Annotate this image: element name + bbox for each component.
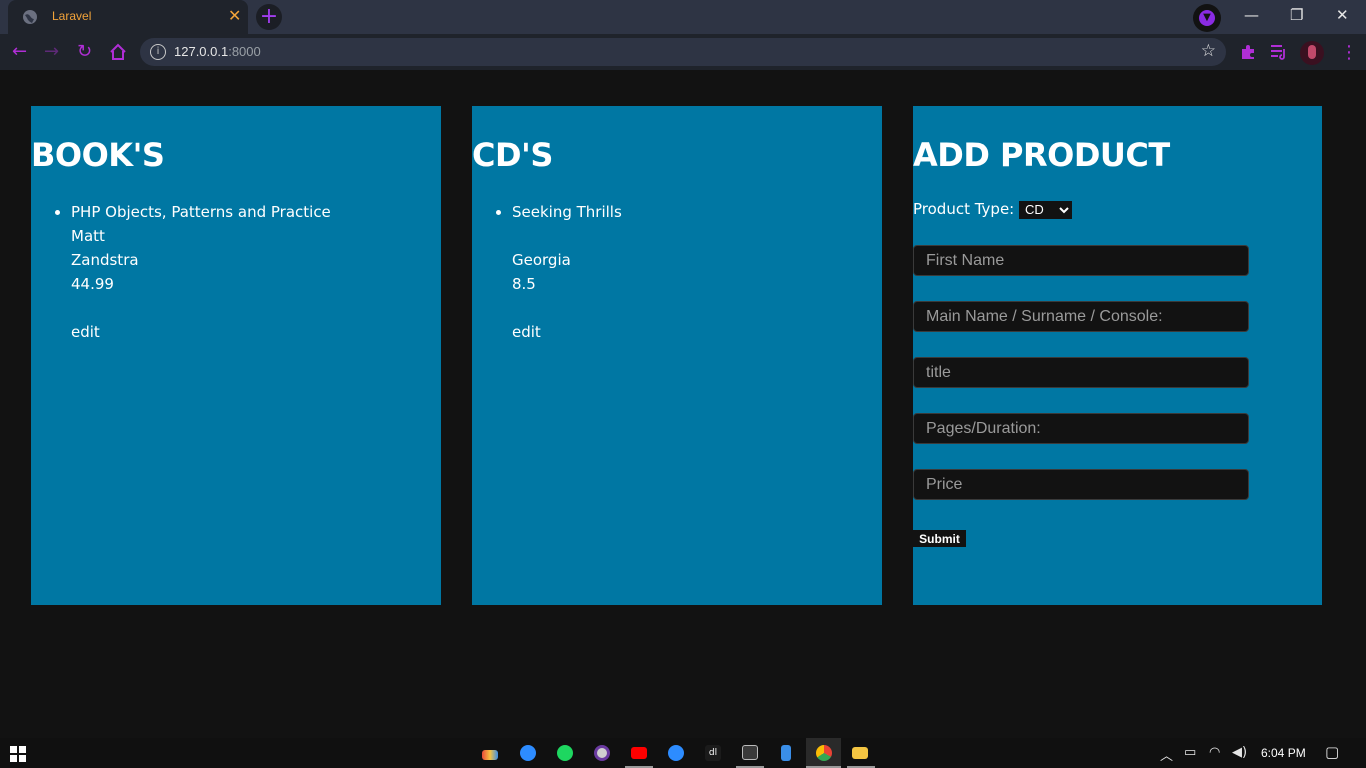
first-name-field[interactable] (913, 245, 1249, 276)
forward-icon[interactable]: → (44, 42, 59, 62)
zoom-icon[interactable] (520, 745, 536, 761)
windows-start-icon[interactable] (10, 746, 26, 762)
home-icon[interactable] (109, 43, 127, 61)
notification-icon[interactable]: ▢ (1325, 743, 1339, 761)
dl-app-icon[interactable]: dl (705, 745, 721, 761)
main-name-field[interactable] (913, 301, 1249, 332)
url-host: 127.0.0.1 (174, 44, 229, 59)
cd-price: 8.5 (512, 275, 536, 293)
tab-title: Laravel (52, 9, 92, 23)
add-product-heading: ADD PRODUCT (913, 136, 1170, 174)
back-icon[interactable]: ← (12, 42, 27, 62)
cds-list: Seeking Thrills Georgia 8.5 edit (472, 200, 622, 344)
profile-avatar[interactable] (1300, 41, 1324, 65)
product-type-select[interactable]: CD (1019, 200, 1073, 219)
edit-link[interactable]: edit (71, 320, 331, 344)
close-window-icon[interactable]: ✕ (1336, 6, 1349, 24)
product-type-row: Product Type: CD (913, 200, 1073, 219)
chrome-icon[interactable] (816, 745, 832, 761)
restore-icon[interactable]: ❐ (1290, 6, 1303, 24)
cd-title: Seeking Thrills (512, 203, 622, 221)
file-explorer-icon[interactable] (852, 747, 868, 759)
product-type-label: Product Type: (913, 200, 1015, 218)
deezer-icon[interactable] (482, 750, 498, 760)
cds-heading: CD'S (472, 136, 553, 174)
book-title: PHP Objects, Patterns and Practice (71, 203, 331, 221)
list-item: Seeking Thrills Georgia 8.5 edit (512, 200, 622, 344)
submit-button[interactable]: Submit (913, 530, 966, 547)
terminal-icon[interactable] (742, 745, 758, 760)
book-main-name: Zandstra (71, 251, 139, 269)
youtube-icon[interactable] (631, 747, 647, 759)
spotify-icon[interactable] (557, 745, 573, 761)
info-icon[interactable]: i (150, 44, 166, 60)
cd-first-name (512, 224, 622, 248)
cd-main-name: Georgia (512, 251, 571, 269)
bookmark-star-icon[interactable]: ☆ (1201, 41, 1216, 61)
price-field[interactable] (913, 469, 1249, 500)
windows-taskbar: dl ︿ ▭ ◠ ◀) 6:04 PM ▢ (0, 738, 1366, 768)
pages-duration-field[interactable] (913, 413, 1249, 444)
extensions-puzzle-icon[interactable] (1239, 43, 1257, 61)
url-port: :8000 (228, 44, 261, 59)
edit-link[interactable]: edit (512, 320, 622, 344)
books-panel: BOOK'S PHP Objects, Patterns and Practic… (31, 106, 441, 605)
address-bar[interactable]: i 127.0.0.1:8000 ☆ (140, 38, 1226, 66)
title-field[interactable] (913, 357, 1249, 388)
books-list: PHP Objects, Patterns and Practice Matt … (31, 200, 331, 344)
chevron-down-icon: ▼ (1199, 10, 1215, 26)
reload-icon[interactable]: ↻ (77, 42, 92, 62)
globe-icon (23, 10, 37, 24)
chevron-up-icon[interactable]: ︿ (1160, 745, 1173, 764)
add-product-panel: ADD PRODUCT Product Type: CD Submit (913, 106, 1322, 605)
new-tab-button[interactable]: + (256, 4, 282, 30)
notepad-icon[interactable] (781, 745, 791, 761)
books-heading: BOOK'S (31, 136, 165, 174)
taskbar-clock[interactable]: 6:04 PM (1261, 746, 1306, 760)
book-price: 44.99 (71, 275, 114, 293)
browser-tab-bar: Laravel ✕ + ▼ — ❐ ✕ (0, 0, 1366, 34)
volume-icon[interactable]: ◀) (1232, 745, 1247, 760)
messenger-icon[interactable] (668, 745, 684, 761)
more-options-icon[interactable]: ⋮ (1340, 42, 1358, 63)
book-first-name: Matt (71, 227, 105, 245)
media-queue-icon[interactable] (1270, 44, 1288, 60)
browser-tab[interactable]: Laravel ✕ (8, 0, 248, 34)
list-item: PHP Objects, Patterns and Practice Matt … (71, 200, 331, 344)
minimize-icon[interactable]: — (1244, 6, 1259, 24)
profile-menu-button[interactable]: ▼ (1193, 4, 1221, 32)
wifi-icon[interactable]: ◠ (1209, 745, 1220, 760)
battery-icon[interactable]: ▭ (1184, 745, 1196, 760)
cds-panel: CD'S Seeking Thrills Georgia 8.5 edit (472, 106, 882, 605)
music-player-icon[interactable] (594, 745, 610, 761)
browser-toolbar: ← → ↻ i 127.0.0.1:8000 ☆ (0, 34, 1366, 70)
close-tab-icon[interactable]: ✕ (228, 7, 241, 25)
url-text[interactable]: 127.0.0.1:8000 (174, 44, 261, 59)
